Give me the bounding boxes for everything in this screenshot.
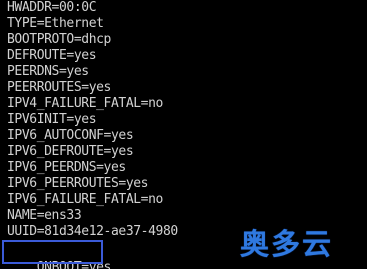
watermark-logo: 奥多云 xyxy=(240,227,334,261)
terminal-window[interactable]: HWADDR=00:0C TYPE=Ethernet BOOTPROTO=dhc… xyxy=(0,0,367,269)
config-line-type: TYPE=Ethernet xyxy=(7,16,104,31)
config-line-hwaddr: HWADDR=00:0C xyxy=(7,0,97,15)
config-line-peerroutes: PEERROUTES=yes xyxy=(7,80,111,95)
config-line-defroute: DEFROUTE=yes xyxy=(7,48,97,63)
config-line-bootproto: BOOTPROTO=dhcp xyxy=(7,32,111,47)
config-line-ipv6-failure-fatal: IPV6_FAILURE_FATAL=no xyxy=(7,192,163,207)
config-line-ipv4-failure-fatal: IPV4_FAILURE_FATAL=no xyxy=(7,96,163,111)
config-line-ipv6-peerroutes: IPV6_PEERROUTES=yes xyxy=(7,176,149,191)
config-line-ipv6-defroute: IPV6_DEFROUTE=yes xyxy=(7,144,134,159)
onboot-highlight-box xyxy=(2,240,103,264)
config-line-ipv6-peerdns: IPV6_PEERDNS=yes xyxy=(7,160,126,175)
config-line-name: NAME=ens33 xyxy=(7,208,82,223)
config-line-ipv6init: IPV6INIT=yes xyxy=(7,112,97,127)
config-line-ipv6-autoconf: IPV6_AUTOCONF=yes xyxy=(7,128,134,143)
config-line-peerdns: PEERDNS=yes xyxy=(7,64,89,79)
config-line-uuid: UUID=81d34e12-ae37-4980 xyxy=(7,224,178,239)
